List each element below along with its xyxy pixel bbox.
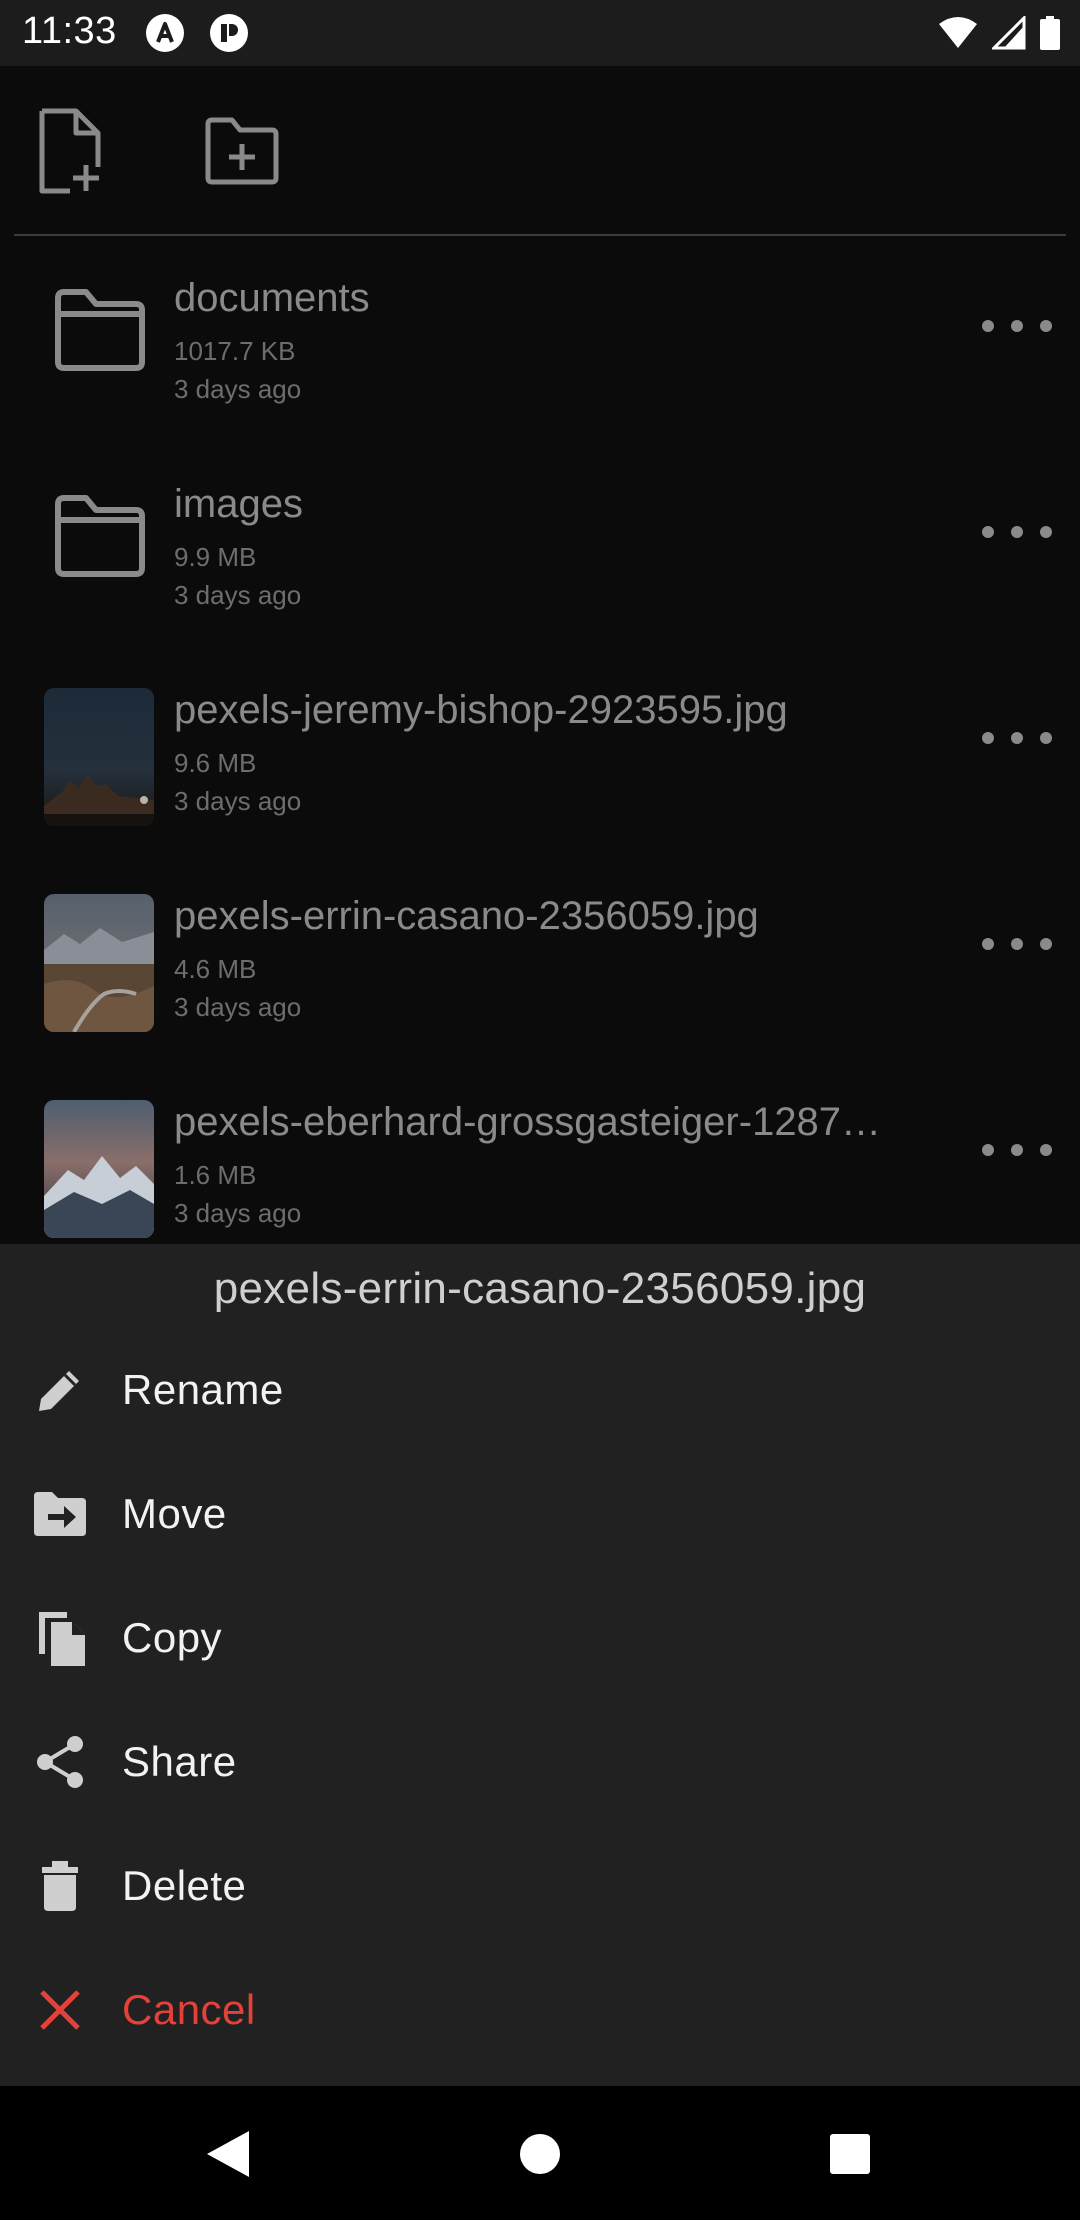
file-name: pexels-jeremy-bishop-2923595.jpg: [174, 688, 788, 732]
share-label: Share: [122, 1738, 237, 1785]
copy-label: Copy: [122, 1614, 223, 1661]
list-item[interactable]: pexels-errin-casano-2356059.jpg 4.6 MB 3…: [0, 854, 1080, 1060]
more-options-button[interactable]: [982, 512, 1052, 552]
battery-icon: [1040, 16, 1060, 50]
cancel-label: Cancel: [122, 1986, 256, 2033]
folder-icon: [55, 289, 145, 371]
share-icon: [32, 1734, 88, 1790]
list-item[interactable]: pexels-jeremy-bishop-2923595.jpg 9.6 MB …: [0, 648, 1080, 854]
pencil-icon: [32, 1362, 88, 1418]
more-options-button[interactable]: [982, 718, 1052, 758]
back-button[interactable]: [196, 2122, 260, 2186]
file-actions-sheet: pexels-errin-casano-2356059.jpg Rename M…: [0, 1244, 1080, 2086]
file-size: 9.6 MB: [174, 748, 257, 778]
signal-icon: [992, 16, 1026, 50]
more-options-button[interactable]: [982, 306, 1052, 346]
file-name: pexels-errin-casano-2356059.jpg: [174, 894, 759, 938]
folder-icon: [55, 495, 145, 577]
move-label: Move: [122, 1490, 227, 1537]
recents-icon: [830, 2134, 870, 2174]
file-date: 3 days ago: [174, 786, 302, 816]
rename-label: Rename: [122, 1366, 284, 1413]
rename-button[interactable]: Rename: [0, 1326, 1080, 1450]
back-icon: [207, 2131, 249, 2177]
notification-app-icon: [146, 14, 184, 52]
copy-button[interactable]: Copy: [0, 1574, 1080, 1698]
new-folder-button[interactable]: [202, 106, 282, 196]
new-file-button[interactable]: [30, 106, 110, 196]
file-plus-icon: [39, 108, 101, 194]
file-size: 1.6 MB: [174, 1160, 257, 1190]
file-date: 3 days ago: [174, 580, 302, 610]
home-button[interactable]: [508, 2122, 572, 2186]
file-browser: documents 1017.7 KB 3 days ago images 9.…: [0, 66, 1080, 1244]
file-date: 3 days ago: [174, 374, 302, 404]
file-name: documents: [174, 276, 370, 320]
cancel-button[interactable]: Cancel: [0, 1946, 1080, 2070]
status-time: 11:33: [22, 10, 117, 52]
file-date: 3 days ago: [174, 992, 302, 1022]
copy-icon: [32, 1610, 88, 1666]
folder-plus-icon: [205, 117, 279, 185]
move-button[interactable]: Move: [0, 1450, 1080, 1574]
file-size: 9.9 MB: [174, 542, 257, 572]
image-thumbnail: [44, 688, 154, 826]
delete-label: Delete: [122, 1862, 247, 1909]
toolbar: [0, 66, 1080, 234]
list-item[interactable]: images 9.9 MB 3 days ago: [0, 442, 1080, 648]
file-date: 3 days ago: [174, 1198, 302, 1228]
list-item[interactable]: documents 1017.7 KB 3 days ago: [0, 236, 1080, 442]
share-button[interactable]: Share: [0, 1698, 1080, 1822]
file-size: 1017.7 KB: [174, 336, 296, 366]
image-thumbnail: [44, 894, 154, 1032]
file-size: 4.6 MB: [174, 954, 257, 984]
sheet-title: pexels-errin-casano-2356059.jpg: [213, 1264, 867, 1313]
recents-button[interactable]: [818, 2122, 882, 2186]
image-thumbnail: [44, 1100, 154, 1238]
close-icon: [32, 1982, 88, 2038]
wifi-icon: [939, 17, 977, 48]
notification-app-icon-2: [210, 14, 248, 52]
status-bar: 11:33: [0, 0, 1080, 66]
list-item[interactable]: pexels-eberhard-grossgasteiger-1287… 1.6…: [0, 1060, 1080, 1244]
more-options-button[interactable]: [982, 924, 1052, 964]
file-name: images: [174, 482, 303, 526]
file-name: pexels-eberhard-grossgasteiger-1287…: [174, 1100, 882, 1144]
navigation-bar: [0, 2086, 1080, 2220]
delete-button[interactable]: Delete: [0, 1822, 1080, 1946]
more-options-button[interactable]: [982, 1130, 1052, 1170]
trash-icon: [32, 1858, 88, 1914]
folder-move-icon: [32, 1486, 88, 1542]
home-icon: [520, 2134, 560, 2174]
